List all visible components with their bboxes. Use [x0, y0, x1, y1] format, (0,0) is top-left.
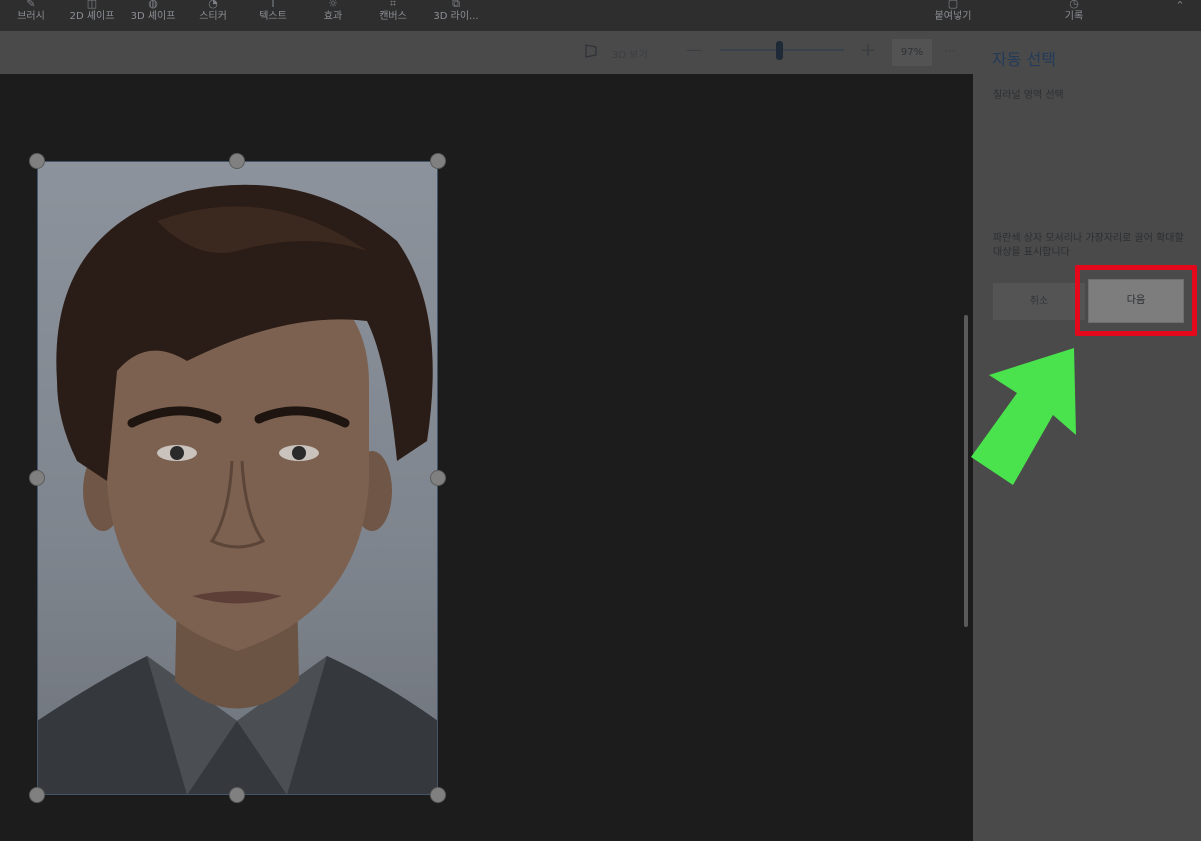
- tool-2d-shapes[interactable]: ◫ 2D 셰이프: [64, 0, 120, 31]
- tool-text[interactable]: I 텍스트: [250, 0, 296, 31]
- tool-effects[interactable]: ☼ 효과: [312, 0, 354, 31]
- tool-3d-library[interactable]: ⧉ 3D 라이...: [428, 0, 484, 31]
- panel-description: 파란색 상자 모서리나 가장자리로 끌어 확대할 대상을 표시합니다: [993, 233, 1184, 258]
- handle-top-left[interactable]: [29, 153, 45, 169]
- top-toolbar: ✎ 브러시 ◫ 2D 셰이프 ◍ 3D 셰이프 ◔ 스티커 I 텍스트 ☼ 효과…: [0, 0, 1201, 31]
- zoom-slider-thumb[interactable]: [776, 41, 783, 60]
- shapes-2d-icon: ◫: [86, 0, 98, 10]
- brush-icon: ✎: [26, 0, 36, 10]
- more-options-button[interactable]: ···: [944, 44, 955, 58]
- collapse-toolbar-button[interactable]: ⌃: [1170, 0, 1190, 31]
- tool-brush[interactable]: ✎ 브러시: [8, 0, 54, 31]
- library-3d-icon: ⧉: [452, 0, 460, 10]
- zoom-percentage[interactable]: 97%: [892, 39, 932, 66]
- panel-title: 자동 선택: [992, 50, 1056, 69]
- zoom-in-button[interactable]: +: [860, 39, 876, 61]
- text-icon: I: [271, 0, 275, 10]
- tool-canvas[interactable]: ⌗ 캔버스: [370, 0, 416, 31]
- sticker-icon: ◔: [208, 0, 218, 10]
- view-bar: 3D 보기 — + 97% ···: [0, 31, 973, 74]
- history-icon: ◷: [1069, 0, 1079, 10]
- handle-middle-right[interactable]: [430, 470, 446, 486]
- view-3d-button[interactable]: 3D 보기: [612, 46, 648, 61]
- paste-icon: ▢: [947, 0, 959, 10]
- handle-middle-left[interactable]: [29, 470, 45, 486]
- handle-top-right[interactable]: [430, 153, 446, 169]
- next-button-highlight: [1075, 265, 1197, 336]
- chevron-up-icon: ⌃: [1175, 0, 1185, 12]
- canvas-icon: ⌗: [389, 0, 397, 10]
- panel-subtitle: 칠라널 영역 선택: [993, 90, 1064, 101]
- handle-bottom-left[interactable]: [29, 787, 45, 803]
- handle-bottom-center[interactable]: [229, 787, 245, 803]
- handle-bottom-right[interactable]: [430, 787, 446, 803]
- handle-top-center[interactable]: [229, 153, 245, 169]
- history-button[interactable]: ◷ 기록: [1056, 0, 1092, 31]
- effects-icon: ☼: [328, 0, 338, 10]
- paste-button[interactable]: ▢ 붙여넣기: [928, 0, 978, 31]
- tool-sticker[interactable]: ◔ 스티커: [190, 0, 236, 31]
- green-arrow-icon: [971, 348, 1076, 485]
- tool-3d-shapes[interactable]: ◍ 3D 셰이프: [126, 0, 180, 31]
- selection-box[interactable]: [37, 161, 438, 795]
- cancel-button[interactable]: 취소: [993, 283, 1085, 320]
- zoom-out-button[interactable]: —: [686, 40, 702, 59]
- view-3d-icon: [585, 44, 597, 58]
- shapes-3d-icon: ◍: [148, 0, 158, 10]
